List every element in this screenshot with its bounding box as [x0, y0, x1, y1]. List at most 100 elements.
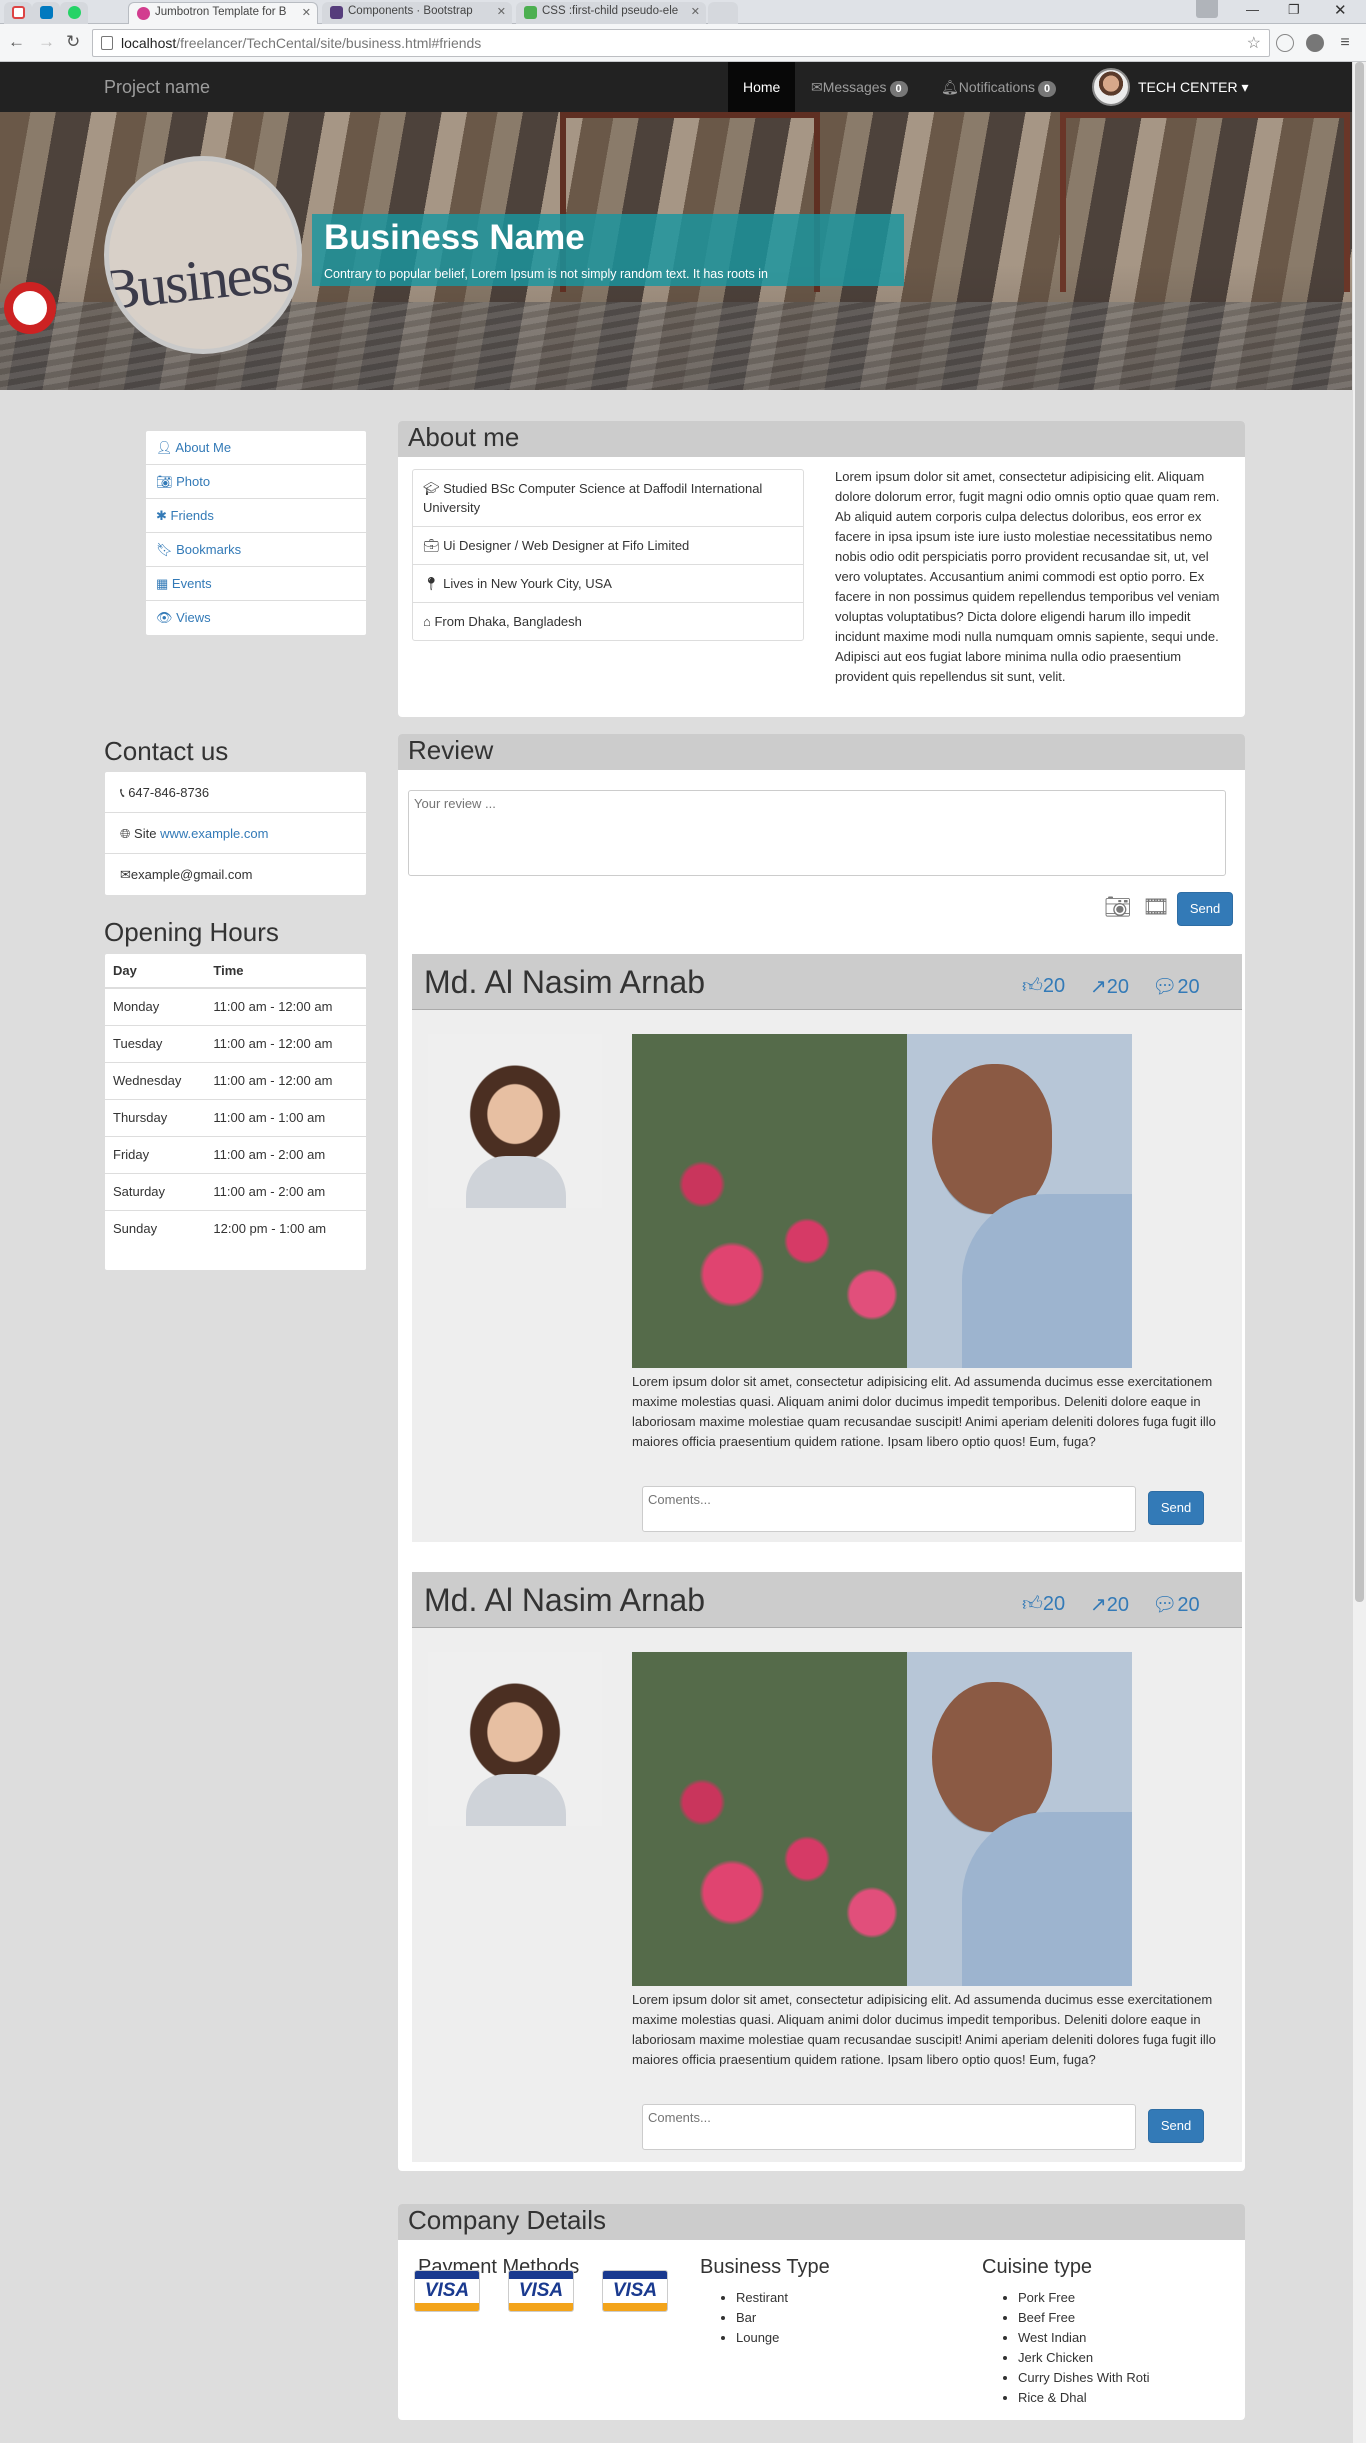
- film-icon[interactable]: 🎞︎: [1142, 894, 1170, 920]
- asterisk-icon: ✱: [156, 508, 167, 523]
- tab-components[interactable]: Components · Bootstrap ✕: [322, 2, 512, 24]
- comment-stat[interactable]: 💬︎20: [1152, 974, 1200, 999]
- reload-icon[interactable]: ↻: [66, 33, 80, 51]
- bookmark-star-icon[interactable]: ☆: [1247, 33, 1261, 53]
- profile-icon[interactable]: [1196, 0, 1218, 18]
- tab-gmail[interactable]: [4, 2, 32, 24]
- review-panel: Review 📷︎ 🎞︎ Send Md. Al Nasim Arnab 👍︎2…: [398, 734, 1245, 2171]
- hours-day: Saturday: [105, 1172, 206, 1210]
- like-stat[interactable]: 👍︎20: [1022, 1592, 1065, 1616]
- list-item: 💼︎ Ui Designer / Web Designer at Fifo Li…: [413, 527, 803, 565]
- close-tab-icon[interactable]: ✕: [302, 6, 311, 19]
- comment-count: 20: [1177, 976, 1200, 998]
- whatsapp-icon: [68, 6, 81, 19]
- cuisine-heading: Cuisine type: [982, 2256, 1093, 2278]
- like-stat[interactable]: 👍︎20: [1022, 974, 1065, 998]
- window-close-icon[interactable]: ✕: [1334, 1, 1347, 19]
- tab-trello[interactable]: [32, 2, 60, 24]
- table-row: Monday 11:00 am - 12:00 am: [105, 987, 366, 1025]
- page-scrollbar[interactable]: [1352, 62, 1366, 2443]
- review-send-button[interactable]: Send: [1177, 892, 1233, 926]
- post-author[interactable]: Md. Al Nasim Arnab: [424, 964, 705, 1001]
- email-address: example@gmail.com: [130, 867, 253, 882]
- job-text: Ui Designer / Web Designer at Fifo Limit…: [443, 538, 690, 553]
- url-path: /freelancer/TechCental/site/business.htm…: [176, 35, 482, 51]
- envelope-icon: ✉: [811, 79, 823, 95]
- table-row: Sunday 12:00 pm - 1:00 am: [105, 1209, 366, 1247]
- list-item: Bar: [736, 2308, 788, 2328]
- envelope-icon: ✉: [120, 867, 131, 882]
- comment-input[interactable]: [642, 2104, 1136, 2150]
- tab-jumbotron[interactable]: Jumbotron Template for B ✕: [128, 2, 318, 24]
- nav-messages[interactable]: ✉Messages 0: [796, 62, 923, 112]
- list-item: ⌂ From Dhaka, Bangladesh: [413, 603, 803, 640]
- comment-send-button[interactable]: Send: [1148, 1491, 1204, 1525]
- post-author[interactable]: Md. Al Nasim Arnab: [424, 1582, 705, 1619]
- card-label: VISA: [612, 2280, 658, 2301]
- comment-input[interactable]: [642, 1486, 1136, 1532]
- phone-number: 647-846-8736: [128, 785, 210, 800]
- tab-css[interactable]: CSS :first-child pseudo-ele ✕: [516, 2, 706, 24]
- list-item: West Indian: [1018, 2328, 1149, 2348]
- map-marker-icon: 📍︎: [423, 576, 440, 591]
- sidebar-item-events[interactable]: ▦ Events: [146, 567, 366, 601]
- sidebar-item-views[interactable]: 👁︎ Views: [146, 601, 366, 635]
- chrome-menu-icon[interactable]: ≡: [1336, 34, 1354, 52]
- bell-icon: 🔔︎: [941, 79, 959, 95]
- visa-card-icon: VISA: [414, 2270, 480, 2312]
- sidebar-item-bookmarks[interactable]: 🔖︎ Bookmarks: [146, 533, 366, 567]
- hours-col-day: Day: [105, 954, 206, 989]
- nav-messages-label: Messages: [822, 79, 887, 95]
- user-icon: 👤︎: [156, 440, 173, 455]
- avatar[interactable]: [1092, 68, 1130, 106]
- thumbs-up-icon: 👍︎: [1022, 1593, 1043, 1615]
- bootstrap-icon: [330, 6, 343, 19]
- business-logo: Business: [104, 156, 302, 354]
- url-input[interactable]: localhost/freelancer/TechCental/site/bus…: [92, 29, 1270, 57]
- list-item: 📍︎ Lives in New Yourk City, USA: [413, 565, 803, 603]
- location-text: Lives in New Yourk City, USA: [443, 576, 612, 591]
- navbar-brand[interactable]: Project name: [104, 77, 210, 98]
- like-count: 20: [1042, 1593, 1066, 1615]
- cuisine-list: Pork Free Beef Free West Indian Jerk Chi…: [1000, 2288, 1149, 2408]
- about-info-list: 🎓︎ Studied BSc Computer Science at Daffo…: [412, 469, 804, 641]
- comment-stat[interactable]: 💬︎20: [1152, 1592, 1200, 1617]
- nav-home[interactable]: Home: [728, 62, 796, 112]
- camera-icon[interactable]: 📷︎: [1104, 894, 1132, 920]
- hours-heading: Opening Hours: [104, 917, 279, 947]
- hours-time: 12:00 pm - 1:00 am: [205, 1209, 366, 1247]
- underground-sign: [4, 282, 56, 334]
- forward-icon[interactable]: →: [38, 33, 55, 51]
- share-stat[interactable]: ↗20: [1090, 974, 1129, 999]
- back-icon[interactable]: ←: [8, 33, 25, 51]
- new-tab-button[interactable]: [708, 2, 738, 24]
- review-input[interactable]: [408, 790, 1226, 876]
- hours-day: Friday: [105, 1135, 206, 1173]
- restore-icon[interactable]: ❐: [1288, 2, 1300, 18]
- share-stat[interactable]: ↗20: [1090, 1592, 1129, 1617]
- contact-list: 📞︎ 647-846-8736 🌐︎ Site www.example.com …: [104, 771, 367, 896]
- sidebar-item-about[interactable]: 👤︎ About Me: [146, 431, 366, 465]
- sidebar-item-friends[interactable]: ✱ Friends: [146, 499, 366, 533]
- list-item: Beef Free: [1018, 2308, 1149, 2328]
- user-dropdown[interactable]: TECH CENTER ▾: [1138, 62, 1248, 112]
- extension-icon[interactable]: [1306, 34, 1324, 52]
- site-link[interactable]: www.example.com: [160, 826, 268, 841]
- sidebar-item-photo[interactable]: 📷︎ Photo: [146, 465, 366, 499]
- list-item: 🎓︎ Studied BSc Computer Science at Daffo…: [413, 470, 803, 527]
- review-post: Md. Al Nasim Arnab 👍︎20 ↗20 💬︎20 Lorem i…: [412, 954, 1242, 1542]
- close-tab-icon[interactable]: ✕: [691, 5, 700, 18]
- tab-whatsapp[interactable]: [60, 2, 88, 24]
- extension-icon[interactable]: [1276, 34, 1294, 52]
- page-info-icon[interactable]: [101, 36, 113, 50]
- minimize-icon[interactable]: —: [1246, 2, 1259, 17]
- close-tab-icon[interactable]: ✕: [497, 5, 506, 18]
- share-count: 20: [1106, 976, 1130, 998]
- comment-send-button[interactable]: Send: [1148, 2109, 1204, 2143]
- about-description: Lorem ipsum dolor sit amet, consectetur …: [835, 469, 1220, 684]
- nav-notifications[interactable]: 🔔︎Notifications 0: [926, 62, 1071, 112]
- caret-down-icon: ▾: [1241, 79, 1249, 95]
- scrollbar-thumb[interactable]: [1355, 62, 1364, 1602]
- eye-icon: 👁︎: [156, 610, 173, 625]
- home-icon: ⌂: [423, 614, 431, 629]
